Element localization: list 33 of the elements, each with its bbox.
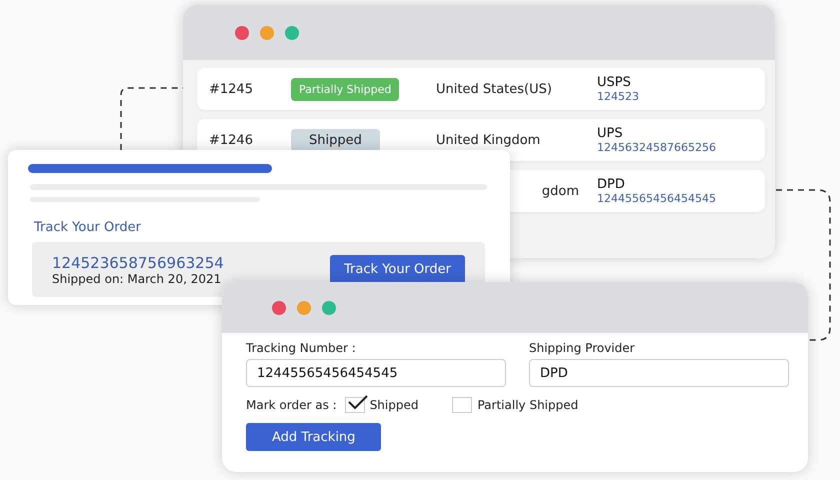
tracking-number: 12445565456454545 <box>597 192 717 205</box>
tracking-number-field[interactable]: 12445565456454545 <box>246 359 506 387</box>
window-control-icon[interactable] <box>272 300 286 314</box>
status-badge: Partially Shipped <box>291 78 400 100</box>
carrier-name: UPS <box>597 126 624 141</box>
window-control-icon[interactable] <box>285 26 299 40</box>
country-text: gdom <box>542 184 580 198</box>
checkbox[interactable] <box>452 397 472 413</box>
add-tracking-button[interactable]: Add Tracking <box>246 423 382 451</box>
field-label: Shipping Provider <box>529 341 636 355</box>
track-order-link[interactable]: Track Your Order <box>34 220 141 235</box>
tracking-number: 12456324587665256 <box>597 141 717 154</box>
mark-order-label: Mark order as : <box>246 398 337 412</box>
shipping-provider-field[interactable]: DPD <box>529 359 789 387</box>
order-number: #1245 <box>209 82 254 96</box>
window-control-icon[interactable] <box>297 300 311 314</box>
tracking-number: 124523658756963254 <box>52 254 224 272</box>
track-order-button[interactable]: Track Your Order <box>330 255 465 284</box>
checkbox[interactable] <box>344 397 365 413</box>
country-text: United Kingdom <box>436 132 542 148</box>
shipped-date: Shipped on: March 20, 2021 <box>52 272 222 286</box>
carrier-name: USPS <box>597 75 632 90</box>
carrier-name: DPD <box>597 177 626 192</box>
order-number: #1246 <box>209 132 254 148</box>
checkbox-label: Partially Shipped <box>477 398 578 412</box>
country-text: United States(US) <box>436 82 553 96</box>
field-label: Tracking Number : <box>246 341 357 355</box>
window-control-icon[interactable] <box>322 300 336 314</box>
status-badge: Shipped <box>291 128 380 152</box>
tracking-number: 124523 <box>597 90 640 103</box>
checkbox-label: Shipped <box>370 398 418 412</box>
window-control-icon[interactable] <box>260 26 274 40</box>
window-control-icon[interactable] <box>235 26 249 40</box>
